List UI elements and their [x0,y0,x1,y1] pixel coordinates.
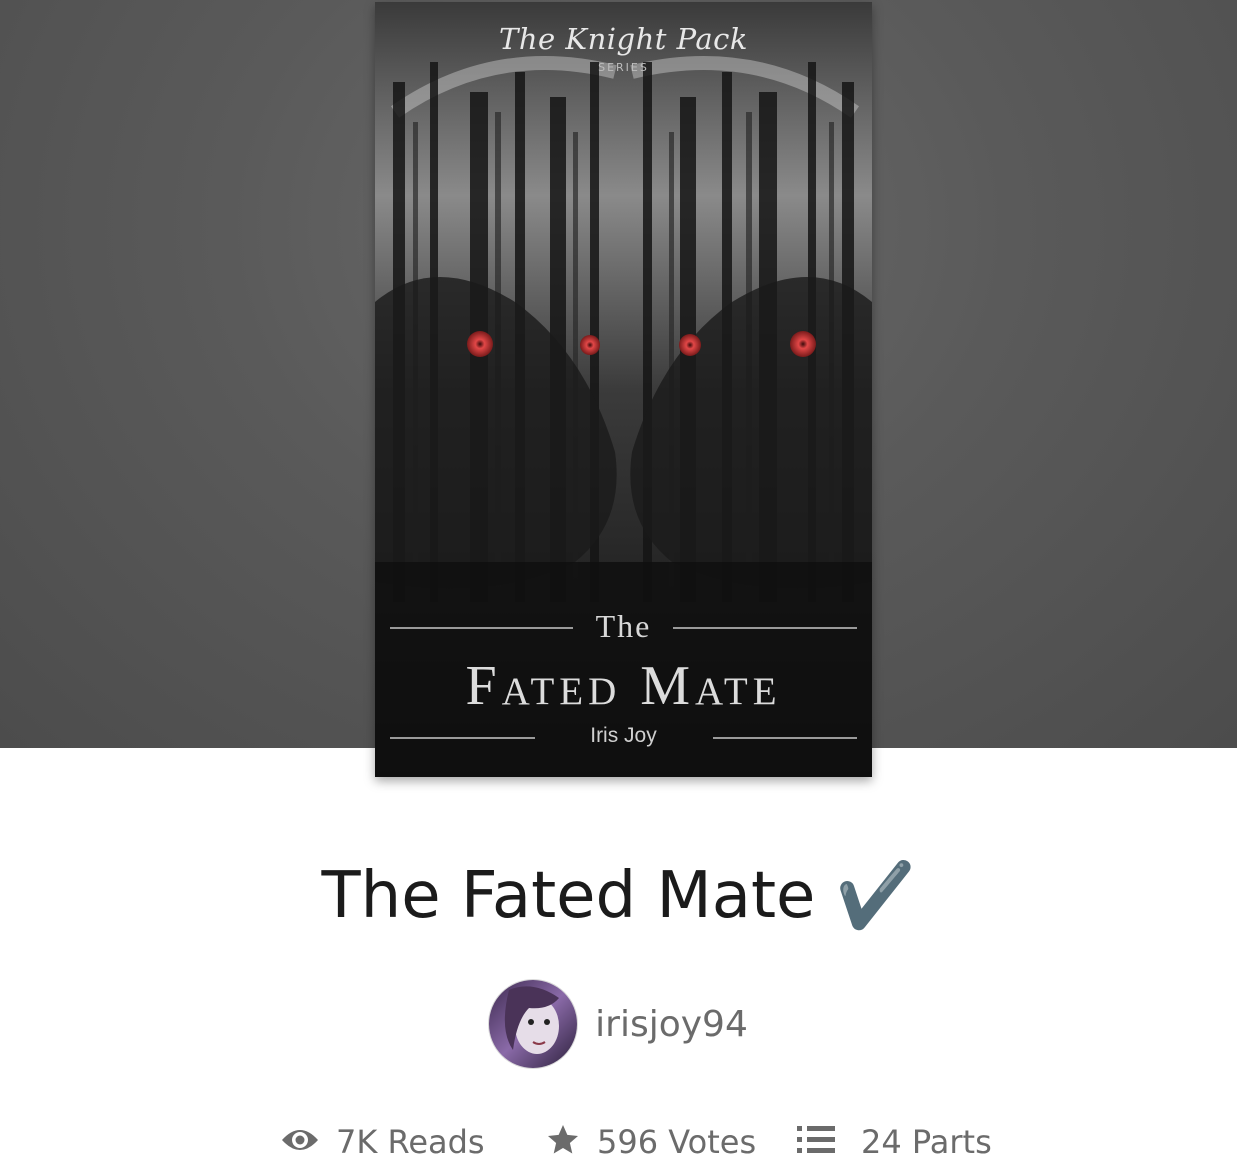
story-stats: 7K Reads 596 Votes 24 Parts [0,1118,1237,1166]
eye-icon [280,1126,320,1158]
stat-reads: 7K Reads [280,1118,485,1166]
cover-author: Iris Joy [590,724,657,747]
stat-parts: 24 Parts [797,1118,992,1166]
story-title: The Fated Mate ✔️ [321,859,916,933]
avatar[interactable] [489,980,578,1068]
story-cover[interactable]: The Knight Pack SERIES The Fated Mate Ir… [375,2,872,777]
author-username[interactable]: irisjoy94 [595,1004,748,1045]
votes-count: 596 Votes [597,1123,757,1161]
parts-count: 24 Parts [861,1123,992,1161]
stat-votes: 596 Votes [545,1118,756,1166]
cover-title-prefix: The [595,608,652,644]
reads-count: 7K Reads [336,1123,485,1161]
star-icon [545,1122,581,1162]
author-link[interactable]: irisjoy94 [0,980,1237,1068]
cover-series-label: SERIES [598,61,649,74]
cover-series-title: The Knight Pack [499,22,748,56]
list-icon [797,1124,835,1160]
cover-title: Fated Mate [465,655,782,717]
